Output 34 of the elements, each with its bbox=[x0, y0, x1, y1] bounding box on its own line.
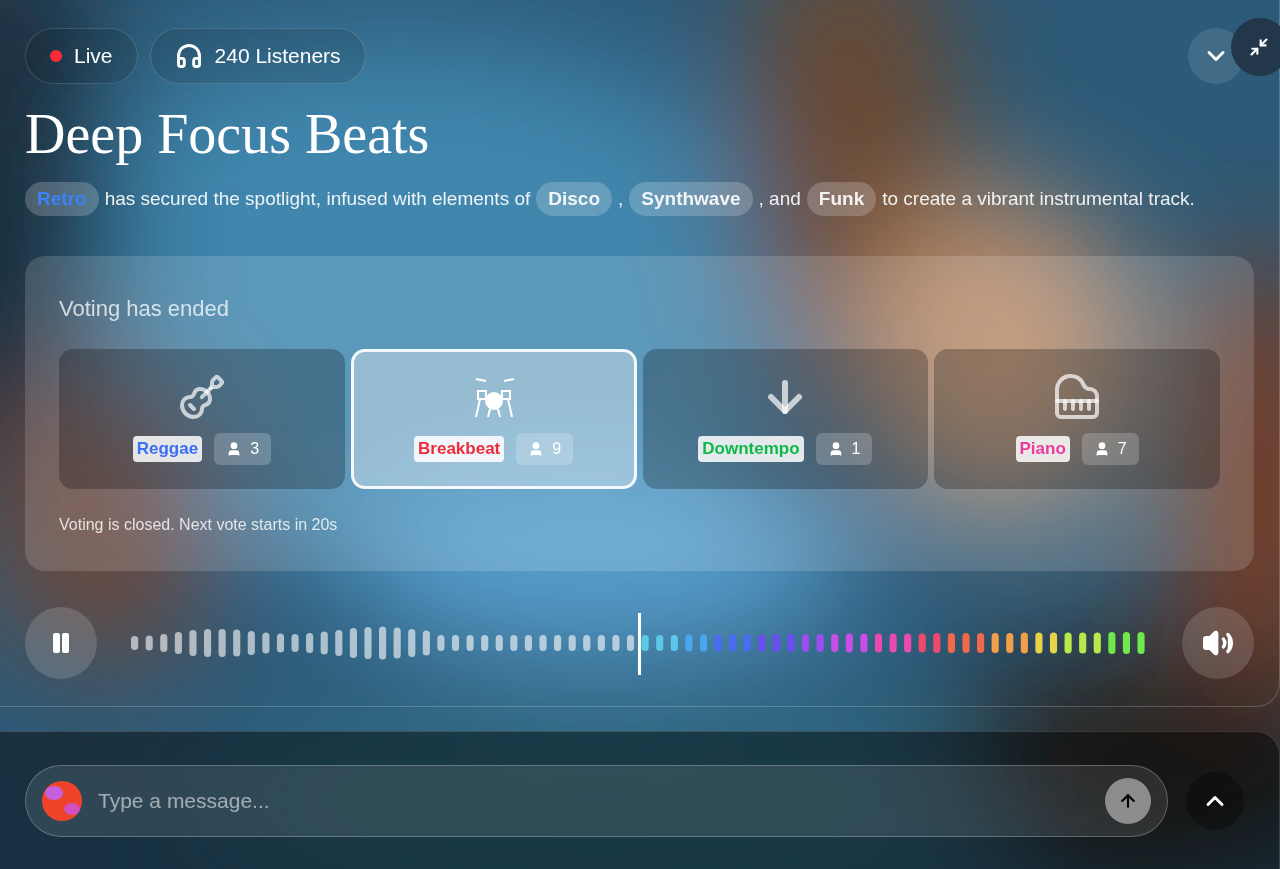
genre-label: Reggae bbox=[132, 436, 203, 462]
guitar-icon bbox=[177, 373, 226, 422]
vote-count: 9 bbox=[516, 433, 574, 466]
genre-tag: Retro bbox=[25, 181, 99, 217]
genre-label: Downtempo bbox=[698, 436, 804, 462]
voting-note: Voting is closed. Next vote starts in 20s bbox=[59, 515, 339, 536]
description-text: to create a vibrant instrumental track. bbox=[882, 186, 1195, 211]
description-text: , and bbox=[758, 186, 801, 211]
genre-tag: Funk bbox=[806, 181, 877, 217]
fullscreen-icon bbox=[1249, 37, 1269, 57]
message-input[interactable]: Type a message... bbox=[98, 784, 1089, 817]
vote-option[interactable]: Piano 7 bbox=[934, 349, 1220, 490]
listeners-badge: 240 Listeners bbox=[149, 28, 366, 84]
description-text: , bbox=[618, 186, 624, 211]
send-button[interactable] bbox=[1105, 777, 1151, 824]
vote-option[interactable]: Downtempo 1 bbox=[642, 349, 929, 490]
live-badge: Live bbox=[25, 28, 138, 84]
voting-heading: Voting has ended bbox=[59, 295, 231, 324]
vote-option[interactable]: Reggae 3 bbox=[59, 349, 345, 490]
title: Deep Focus Beats bbox=[25, 104, 431, 166]
genre-label: Piano bbox=[1015, 436, 1070, 462]
vote-option[interactable]: Breakbeat 9 bbox=[350, 349, 637, 490]
vote-count: 1 bbox=[815, 433, 873, 466]
piano-icon bbox=[1053, 373, 1102, 422]
description-text: has secured the spotlight, infused with elements of bbox=[104, 186, 531, 211]
vote-count: 7 bbox=[1081, 433, 1139, 466]
genre-label: Breakbeat bbox=[414, 436, 505, 462]
message-field[interactable]: Type a message... bbox=[25, 764, 1168, 837]
playhead[interactable] bbox=[637, 613, 642, 676]
genre-tag: Disco bbox=[536, 181, 612, 217]
avatar bbox=[42, 780, 82, 821]
genre-tag: Synthwave bbox=[629, 181, 753, 217]
vote-count: 3 bbox=[214, 433, 272, 466]
headphones-icon bbox=[174, 42, 203, 70]
